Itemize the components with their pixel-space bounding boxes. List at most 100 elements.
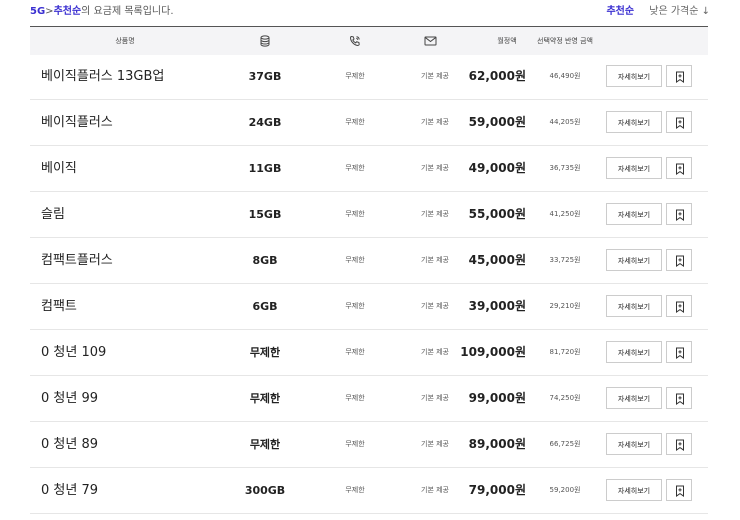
detail-button[interactable]: 자세히보기 [606, 295, 662, 317]
bookmark-button[interactable] [666, 433, 692, 455]
bookmark-button[interactable] [666, 295, 692, 317]
plan-name: 0 청년 99 [41, 391, 98, 406]
plan-name: 0 청년 89 [41, 437, 98, 452]
detail-button[interactable]: 자세히보기 [606, 203, 662, 225]
plan-row: 베이직플러스 24GB 무제한 기본 제공 59,000원 44,205원 자세… [30, 100, 708, 146]
breadcrumb-suffix: 의 요금제 목록입니다. [81, 6, 174, 17]
plan-name: 베이직플러스 [41, 115, 113, 130]
plan-list: 베이직플러스 13GB업 37GB 무제한 기본 제공 62,000원 46,4… [30, 54, 708, 514]
mail-icon [420, 27, 440, 55]
plan-data: 24GB [248, 116, 282, 129]
plan-price: 55,000원 [468, 207, 526, 221]
plan-message: 기본 제공 [421, 394, 449, 402]
bookmark-button[interactable] [666, 203, 692, 225]
plan-row: 베이직플러스 13GB업 37GB 무제한 기본 제공 62,000원 46,4… [30, 54, 708, 100]
plan-name: 0 청년 109 [41, 345, 107, 360]
plan-price: 109,000원 [460, 345, 526, 359]
bookmark-plus-icon [676, 209, 684, 221]
plan-row: 슬림 15GB 무제한 기본 제공 55,000원 41,250원 자세히보기 [30, 192, 708, 238]
plan-name: 베이직플러스 13GB업 [41, 69, 165, 84]
plan-data: 8GB [252, 254, 278, 267]
plan-price: 49,000원 [468, 161, 526, 175]
plan-discount-price: 41,250원 [549, 210, 581, 218]
breadcrumb: 5G>추천순의 요금제 목록입니다. [30, 2, 174, 17]
sort-low-price-option[interactable]: 낮은 가격순 ↓ [649, 6, 710, 17]
bookmark-plus-icon [676, 255, 684, 267]
network-label: 5G [30, 6, 46, 17]
bookmark-button[interactable] [666, 249, 692, 271]
header-name: 상품명 [115, 37, 135, 45]
bookmark-button[interactable] [666, 111, 692, 133]
detail-button[interactable]: 자세히보기 [606, 65, 662, 87]
plan-data: 300GB [244, 484, 286, 497]
bookmark-plus-icon [676, 393, 684, 405]
bookmark-plus-icon [676, 163, 684, 175]
detail-button[interactable]: 자세히보기 [606, 387, 662, 409]
plan-message: 기본 제공 [421, 348, 449, 356]
sort-recommended-option[interactable]: 추천순 [606, 6, 634, 17]
plan-message: 기본 제공 [421, 302, 449, 310]
bookmark-plus-icon [676, 71, 684, 83]
plan-price: 89,000원 [468, 437, 526, 451]
phone-icon [345, 27, 365, 55]
bookmark-button[interactable] [666, 65, 692, 87]
plan-name: 컴팩트 [41, 299, 77, 314]
plan-price: 79,000원 [468, 483, 526, 497]
plan-message: 기본 제공 [421, 72, 449, 80]
sort-name-label: 추천순 [53, 6, 82, 17]
plan-call: 무제한 [345, 440, 365, 448]
plan-row: 0 청년 99 무제한 무제한 기본 제공 99,000원 74,250원 자세… [30, 376, 708, 422]
plan-call: 무제한 [345, 210, 365, 218]
plan-message: 기본 제공 [421, 256, 449, 264]
plan-message: 기본 제공 [421, 164, 449, 172]
plan-call: 무제한 [345, 256, 365, 264]
bookmark-button[interactable] [666, 157, 692, 179]
plan-discount-price: 36,735원 [549, 164, 581, 172]
plan-call: 무제한 [345, 164, 365, 172]
plan-price: 39,000원 [468, 299, 526, 313]
detail-button[interactable]: 자세히보기 [606, 479, 662, 501]
breadcrumb-separator: > [45, 6, 54, 17]
bookmark-plus-icon [676, 439, 684, 451]
plan-data: 무제한 [249, 438, 281, 451]
plan-discount-price: 33,725원 [549, 256, 581, 264]
plan-call: 무제한 [345, 394, 365, 402]
plan-message: 기본 제공 [421, 210, 449, 218]
header-monthly: 월정액 [497, 37, 517, 45]
plan-price: 99,000원 [468, 391, 526, 405]
plan-data: 6GB [252, 300, 278, 313]
plan-data: 37GB [248, 70, 282, 83]
plan-call: 무제한 [345, 348, 365, 356]
bookmark-plus-icon [676, 301, 684, 313]
plan-message: 기본 제공 [421, 486, 449, 494]
bookmark-button[interactable] [666, 479, 692, 501]
plan-discount-price: 81,720원 [549, 348, 581, 356]
detail-button[interactable]: 자세히보기 [606, 111, 662, 133]
plan-message: 기본 제공 [421, 440, 449, 448]
plan-discount-price: 29,210원 [549, 302, 581, 310]
sort-options: 추천순 낮은 가격순 ↓ [606, 2, 710, 17]
list-topbar: 5G>추천순의 요금제 목록입니다. 추천순 낮은 가격순 ↓ [30, 0, 710, 20]
header-discount: 선택약정 반영 금액 [537, 37, 593, 45]
plan-discount-price: 59,200원 [549, 486, 581, 494]
detail-button[interactable]: 자세히보기 [606, 341, 662, 363]
plan-name: 0 청년 79 [41, 483, 98, 498]
plan-name: 컴팩트플러스 [41, 253, 113, 268]
plan-row: 0 청년 89 무제한 무제한 기본 제공 89,000원 66,725원 자세… [30, 422, 708, 468]
bookmark-button[interactable] [666, 387, 692, 409]
bookmark-plus-icon [676, 117, 684, 129]
plan-call: 무제한 [345, 486, 365, 494]
detail-button[interactable]: 자세히보기 [606, 433, 662, 455]
plan-row: 0 청년 79 300GB 무제한 기본 제공 79,000원 59,200원 … [30, 468, 708, 514]
detail-button[interactable]: 자세히보기 [606, 157, 662, 179]
plan-call: 무제한 [345, 72, 365, 80]
database-icon [255, 27, 275, 55]
plan-row: 컴팩트플러스 8GB 무제한 기본 제공 45,000원 33,725원 자세히… [30, 238, 708, 284]
plan-call: 무제한 [345, 302, 365, 310]
plan-price: 45,000원 [468, 253, 526, 267]
plan-discount-price: 74,250원 [549, 394, 581, 402]
bookmark-button[interactable] [666, 341, 692, 363]
detail-button[interactable]: 자세히보기 [606, 249, 662, 271]
plan-name: 베이직 [41, 161, 77, 176]
plan-price: 62,000원 [468, 69, 526, 83]
